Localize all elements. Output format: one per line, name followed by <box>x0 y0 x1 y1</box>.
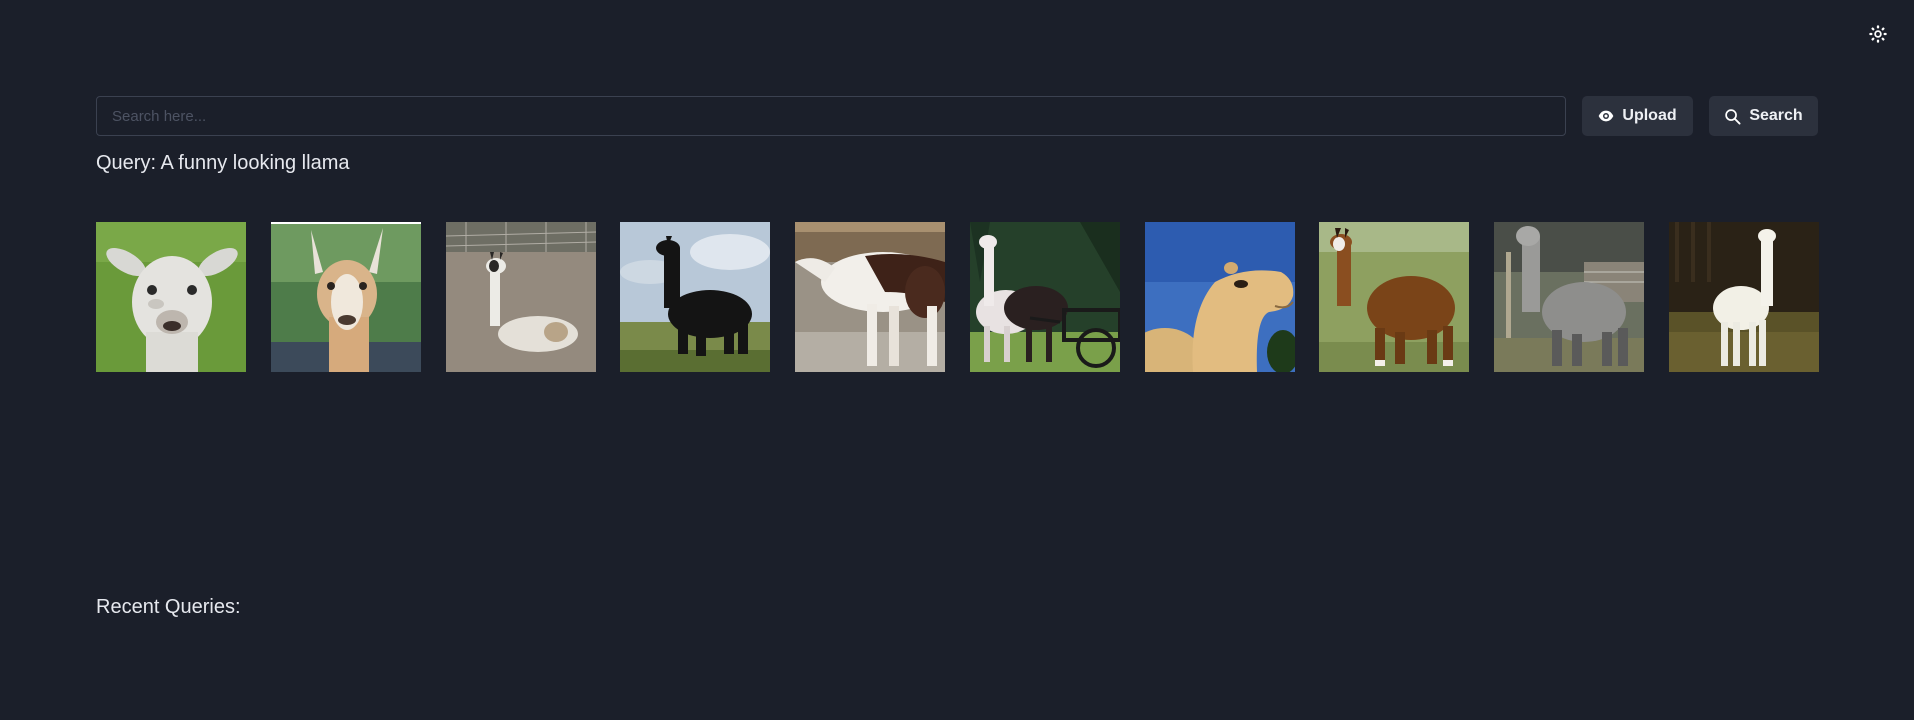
upload-button[interactable]: Upload <box>1582 96 1693 136</box>
theme-toggle-button[interactable] <box>1866 24 1890 48</box>
search-button[interactable]: Search <box>1709 96 1818 136</box>
result-image[interactable] <box>620 222 771 372</box>
eye-icon <box>1598 108 1614 124</box>
result-image[interactable] <box>445 222 596 372</box>
app-page: Upload Search Query: A funny looking lla… <box>0 0 1914 720</box>
result-image[interactable] <box>1494 222 1645 372</box>
result-image[interactable] <box>1319 222 1470 372</box>
result-image[interactable] <box>1668 222 1819 372</box>
result-image[interactable] <box>1144 222 1295 372</box>
recent-queries-heading: Recent Queries: <box>96 596 241 618</box>
search-button-label: Search <box>1749 107 1803 124</box>
sun-icon <box>1869 24 1887 48</box>
result-image[interactable] <box>96 222 246 372</box>
search-input[interactable] <box>96 96 1566 136</box>
upload-button-label: Upload <box>1622 107 1677 124</box>
result-image[interactable] <box>270 222 421 372</box>
result-image[interactable] <box>795 222 946 372</box>
result-image[interactable] <box>969 222 1120 372</box>
query-text: Query: A funny looking llama <box>96 152 350 174</box>
image-results <box>96 222 1819 372</box>
search-icon <box>1724 108 1741 125</box>
search-bar: Upload Search <box>96 96 1818 136</box>
